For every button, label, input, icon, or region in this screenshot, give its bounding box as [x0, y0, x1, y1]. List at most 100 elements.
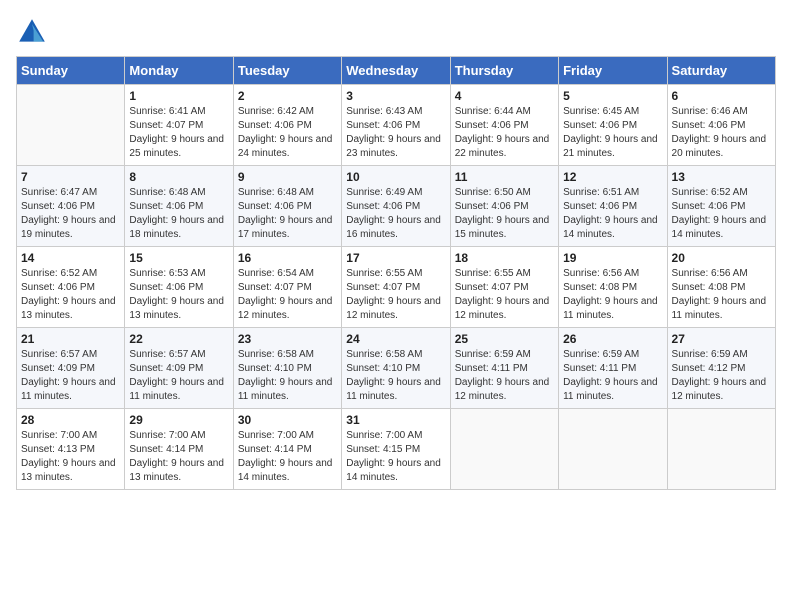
calendar-cell: 12 Sunrise: 6:51 AMSunset: 4:06 PMDayligh…: [559, 166, 667, 247]
calendar-cell: 27 Sunrise: 6:59 AMSunset: 4:12 PMDayligh…: [667, 328, 775, 409]
calendar-day-header: Saturday: [667, 57, 775, 85]
day-info: Sunrise: 6:56 AMSunset: 4:08 PMDaylight:…: [672, 267, 771, 323]
calendar-cell: 15 Sunrise: 6:53 AMSunset: 4:06 PMDayligh…: [125, 247, 233, 328]
calendar-cell: 16 Sunrise: 6:54 AMSunset: 4:07 PMDayligh…: [233, 247, 341, 328]
day-number: 24: [346, 332, 445, 346]
day-info: Sunrise: 6:41 AMSunset: 4:07 PMDaylight:…: [129, 105, 228, 161]
calendar-cell: 29 Sunrise: 7:00 AMSunset: 4:14 PMDayligh…: [125, 409, 233, 490]
calendar-day-header: Thursday: [450, 57, 558, 85]
day-number: 17: [346, 251, 445, 265]
calendar-cell: 22 Sunrise: 6:57 AMSunset: 4:09 PMDayligh…: [125, 328, 233, 409]
day-number: 1: [129, 89, 228, 103]
calendar-week-row: 7Sunrise: 6:47 AMSunset: 4:06 PMDaylight…: [17, 166, 776, 247]
day-number: 14: [21, 251, 120, 265]
day-info: Sunrise: 6:57 AMSunset: 4:09 PMDaylight:…: [21, 348, 120, 404]
day-number: 29: [129, 413, 228, 427]
calendar-cell: 11Sunrise: 6:50 AMSunset: 4:06 PMDayligh…: [450, 166, 558, 247]
calendar-day-header: Wednesday: [342, 57, 450, 85]
calendar-cell: [667, 409, 775, 490]
calendar-cell: 19 Sunrise: 6:56 AMSunset: 4:08 PMDayligh…: [559, 247, 667, 328]
day-info: Sunrise: 6:56 AMSunset: 4:08 PMDaylight:…: [563, 267, 662, 323]
calendar-cell: 1 Sunrise: 6:41 AMSunset: 4:07 PMDaylight…: [125, 85, 233, 166]
page-header: [16, 16, 776, 48]
day-number: 27: [672, 332, 771, 346]
calendar-cell: 7Sunrise: 6:47 AMSunset: 4:06 PMDaylight…: [17, 166, 125, 247]
day-info: Sunrise: 6:58 AMSunset: 4:10 PMDaylight:…: [238, 348, 337, 404]
calendar-week-row: 1 Sunrise: 6:41 AMSunset: 4:07 PMDaylight…: [17, 85, 776, 166]
day-info: Sunrise: 6:59 AMSunset: 4:11 PMDaylight:…: [455, 348, 554, 404]
day-info: Sunrise: 6:54 AMSunset: 4:07 PMDaylight:…: [238, 267, 337, 323]
calendar-cell: 31 Sunrise: 7:00 AMSunset: 4:15 PMDayligh…: [342, 409, 450, 490]
day-info: Sunrise: 6:57 AMSunset: 4:09 PMDaylight:…: [129, 348, 228, 404]
day-number: 16: [238, 251, 337, 265]
day-number: 15: [129, 251, 228, 265]
calendar-day-header: Monday: [125, 57, 233, 85]
calendar-cell: 23 Sunrise: 6:58 AMSunset: 4:10 PMDayligh…: [233, 328, 341, 409]
calendar-cell: 2 Sunrise: 6:42 AMSunset: 4:06 PMDaylight…: [233, 85, 341, 166]
day-number: 26: [563, 332, 662, 346]
day-number: 18: [455, 251, 554, 265]
calendar-day-header: Sunday: [17, 57, 125, 85]
calendar-cell: [559, 409, 667, 490]
calendar-cell: 5Sunrise: 6:45 AMSunset: 4:06 PMDaylight…: [559, 85, 667, 166]
calendar-cell: 14 Sunrise: 6:52 AMSunset: 4:06 PMDayligh…: [17, 247, 125, 328]
calendar-cell: 4Sunrise: 6:44 AMSunset: 4:06 PMDaylight…: [450, 85, 558, 166]
day-info: Sunrise: 6:44 AMSunset: 4:06 PMDaylight:…: [455, 105, 554, 161]
calendar-cell: 9 Sunrise: 6:48 AMSunset: 4:06 PMDaylight…: [233, 166, 341, 247]
calendar-cell: 13 Sunrise: 6:52 AMSunset: 4:06 PMDayligh…: [667, 166, 775, 247]
day-number: 31: [346, 413, 445, 427]
calendar-cell: 20 Sunrise: 6:56 AMSunset: 4:08 PMDayligh…: [667, 247, 775, 328]
day-number: 30: [238, 413, 337, 427]
day-info: Sunrise: 6:53 AMSunset: 4:06 PMDaylight:…: [129, 267, 228, 323]
logo-icon: [16, 16, 48, 48]
calendar-cell: 10 Sunrise: 6:49 AMSunset: 4:06 PMDayligh…: [342, 166, 450, 247]
logo: [16, 16, 52, 48]
day-number: 5: [563, 89, 662, 103]
day-info: Sunrise: 6:49 AMSunset: 4:06 PMDaylight:…: [346, 186, 445, 242]
day-info: Sunrise: 7:00 AMSunset: 4:14 PMDaylight:…: [238, 429, 337, 485]
day-number: 2: [238, 89, 337, 103]
calendar-header-row: SundayMondayTuesdayWednesdayThursdayFrid…: [17, 57, 776, 85]
day-info: Sunrise: 6:50 AMSunset: 4:06 PMDaylight:…: [455, 186, 554, 242]
day-info: Sunrise: 7:00 AMSunset: 4:15 PMDaylight:…: [346, 429, 445, 485]
day-info: Sunrise: 6:51 AMSunset: 4:06 PMDaylight:…: [563, 186, 662, 242]
calendar-cell: 25Sunrise: 6:59 AMSunset: 4:11 PMDayligh…: [450, 328, 558, 409]
day-info: Sunrise: 6:52 AMSunset: 4:06 PMDaylight:…: [21, 267, 120, 323]
day-info: Sunrise: 7:00 AMSunset: 4:14 PMDaylight:…: [129, 429, 228, 485]
day-number: 9: [238, 170, 337, 184]
day-info: Sunrise: 6:59 AMSunset: 4:11 PMDaylight:…: [563, 348, 662, 404]
day-info: Sunrise: 6:43 AMSunset: 4:06 PMDaylight:…: [346, 105, 445, 161]
day-number: 3: [346, 89, 445, 103]
calendar-cell: 24Sunrise: 6:58 AMSunset: 4:10 PMDayligh…: [342, 328, 450, 409]
day-number: 8: [129, 170, 228, 184]
day-number: 12: [563, 170, 662, 184]
day-info: Sunrise: 6:55 AMSunset: 4:07 PMDaylight:…: [455, 267, 554, 323]
day-number: 20: [672, 251, 771, 265]
calendar-cell: 26 Sunrise: 6:59 AMSunset: 4:11 PMDayligh…: [559, 328, 667, 409]
calendar-week-row: 28 Sunrise: 7:00 AMSunset: 4:13 PMDayligh…: [17, 409, 776, 490]
calendar-cell: 8 Sunrise: 6:48 AMSunset: 4:06 PMDaylight…: [125, 166, 233, 247]
calendar-day-header: Friday: [559, 57, 667, 85]
day-info: Sunrise: 6:59 AMSunset: 4:12 PMDaylight:…: [672, 348, 771, 404]
day-number: 22: [129, 332, 228, 346]
day-number: 19: [563, 251, 662, 265]
calendar-day-header: Tuesday: [233, 57, 341, 85]
day-number: 13: [672, 170, 771, 184]
day-number: 23: [238, 332, 337, 346]
calendar-cell: [17, 85, 125, 166]
day-info: Sunrise: 6:42 AMSunset: 4:06 PMDaylight:…: [238, 105, 337, 161]
day-info: Sunrise: 6:48 AMSunset: 4:06 PMDaylight:…: [129, 186, 228, 242]
day-number: 7: [21, 170, 120, 184]
calendar-cell: 3 Sunrise: 6:43 AMSunset: 4:06 PMDaylight…: [342, 85, 450, 166]
day-info: Sunrise: 6:52 AMSunset: 4:06 PMDaylight:…: [672, 186, 771, 242]
calendar-cell: 28 Sunrise: 7:00 AMSunset: 4:13 PMDayligh…: [17, 409, 125, 490]
day-info: Sunrise: 6:48 AMSunset: 4:06 PMDaylight:…: [238, 186, 337, 242]
day-number: 28: [21, 413, 120, 427]
calendar-cell: 30 Sunrise: 7:00 AMSunset: 4:14 PMDayligh…: [233, 409, 341, 490]
day-number: 10: [346, 170, 445, 184]
calendar-cell: 18 Sunrise: 6:55 AMSunset: 4:07 PMDayligh…: [450, 247, 558, 328]
calendar-cell: 17 Sunrise: 6:55 AMSunset: 4:07 PMDayligh…: [342, 247, 450, 328]
day-info: Sunrise: 6:55 AMSunset: 4:07 PMDaylight:…: [346, 267, 445, 323]
day-info: Sunrise: 7:00 AMSunset: 4:13 PMDaylight:…: [21, 429, 120, 485]
calendar-cell: 6Sunrise: 6:46 AMSunset: 4:06 PMDaylight…: [667, 85, 775, 166]
